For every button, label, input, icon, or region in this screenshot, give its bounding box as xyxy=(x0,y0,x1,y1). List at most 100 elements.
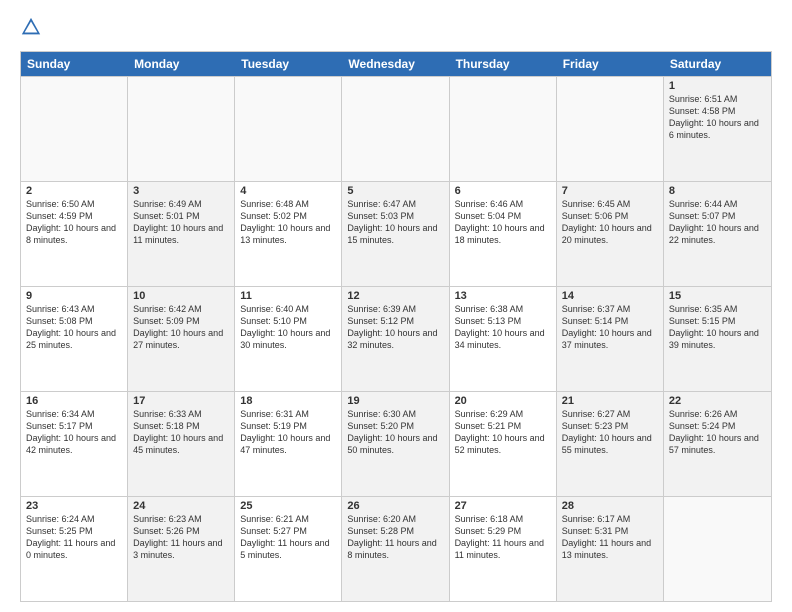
calendar-cell: 6Sunrise: 6:46 AM Sunset: 5:04 PM Daylig… xyxy=(450,182,557,286)
calendar-cell xyxy=(128,77,235,181)
calendar-cell: 15Sunrise: 6:35 AM Sunset: 5:15 PM Dayli… xyxy=(664,287,771,391)
logo-icon xyxy=(20,16,42,43)
calendar-cell: 27Sunrise: 6:18 AM Sunset: 5:29 PM Dayli… xyxy=(450,497,557,601)
calendar-cell: 21Sunrise: 6:27 AM Sunset: 5:23 PM Dayli… xyxy=(557,392,664,496)
day-info: Sunrise: 6:29 AM Sunset: 5:21 PM Dayligh… xyxy=(455,408,551,457)
calendar-cell: 25Sunrise: 6:21 AM Sunset: 5:27 PM Dayli… xyxy=(235,497,342,601)
calendar: SundayMondayTuesdayWednesdayThursdayFrid… xyxy=(20,51,772,602)
day-number: 6 xyxy=(455,185,551,197)
day-number: 3 xyxy=(133,185,229,197)
weekday-header-sunday: Sunday xyxy=(21,52,128,76)
day-number: 5 xyxy=(347,185,443,197)
logo xyxy=(20,16,46,43)
calendar-cell: 9Sunrise: 6:43 AM Sunset: 5:08 PM Daylig… xyxy=(21,287,128,391)
day-info: Sunrise: 6:39 AM Sunset: 5:12 PM Dayligh… xyxy=(347,303,443,352)
day-number: 1 xyxy=(669,80,766,92)
day-number: 15 xyxy=(669,290,766,302)
calendar-cell: 16Sunrise: 6:34 AM Sunset: 5:17 PM Dayli… xyxy=(21,392,128,496)
calendar-row-4: 16Sunrise: 6:34 AM Sunset: 5:17 PM Dayli… xyxy=(21,391,771,496)
weekday-header-wednesday: Wednesday xyxy=(342,52,449,76)
calendar-cell xyxy=(664,497,771,601)
day-info: Sunrise: 6:34 AM Sunset: 5:17 PM Dayligh… xyxy=(26,408,122,457)
page: SundayMondayTuesdayWednesdayThursdayFrid… xyxy=(0,0,792,612)
day-number: 4 xyxy=(240,185,336,197)
calendar-cell: 23Sunrise: 6:24 AM Sunset: 5:25 PM Dayli… xyxy=(21,497,128,601)
calendar-cell: 26Sunrise: 6:20 AM Sunset: 5:28 PM Dayli… xyxy=(342,497,449,601)
calendar-row-2: 2Sunrise: 6:50 AM Sunset: 4:59 PM Daylig… xyxy=(21,181,771,286)
day-info: Sunrise: 6:33 AM Sunset: 5:18 PM Dayligh… xyxy=(133,408,229,457)
day-info: Sunrise: 6:48 AM Sunset: 5:02 PM Dayligh… xyxy=(240,198,336,247)
calendar-cell: 8Sunrise: 6:44 AM Sunset: 5:07 PM Daylig… xyxy=(664,182,771,286)
day-number: 12 xyxy=(347,290,443,302)
calendar-cell: 22Sunrise: 6:26 AM Sunset: 5:24 PM Dayli… xyxy=(664,392,771,496)
weekday-header-monday: Monday xyxy=(128,52,235,76)
day-number: 14 xyxy=(562,290,658,302)
day-number: 16 xyxy=(26,395,122,407)
weekday-header-friday: Friday xyxy=(557,52,664,76)
day-number: 22 xyxy=(669,395,766,407)
calendar-cell xyxy=(235,77,342,181)
day-number: 2 xyxy=(26,185,122,197)
day-info: Sunrise: 6:27 AM Sunset: 5:23 PM Dayligh… xyxy=(562,408,658,457)
day-info: Sunrise: 6:35 AM Sunset: 5:15 PM Dayligh… xyxy=(669,303,766,352)
calendar-cell: 28Sunrise: 6:17 AM Sunset: 5:31 PM Dayli… xyxy=(557,497,664,601)
day-number: 7 xyxy=(562,185,658,197)
day-number: 25 xyxy=(240,500,336,512)
day-info: Sunrise: 6:42 AM Sunset: 5:09 PM Dayligh… xyxy=(133,303,229,352)
day-info: Sunrise: 6:31 AM Sunset: 5:19 PM Dayligh… xyxy=(240,408,336,457)
day-info: Sunrise: 6:18 AM Sunset: 5:29 PM Dayligh… xyxy=(455,513,551,562)
day-info: Sunrise: 6:43 AM Sunset: 5:08 PM Dayligh… xyxy=(26,303,122,352)
day-number: 9 xyxy=(26,290,122,302)
day-info: Sunrise: 6:51 AM Sunset: 4:58 PM Dayligh… xyxy=(669,93,766,142)
calendar-cell: 10Sunrise: 6:42 AM Sunset: 5:09 PM Dayli… xyxy=(128,287,235,391)
day-number: 27 xyxy=(455,500,551,512)
day-info: Sunrise: 6:20 AM Sunset: 5:28 PM Dayligh… xyxy=(347,513,443,562)
calendar-cell: 11Sunrise: 6:40 AM Sunset: 5:10 PM Dayli… xyxy=(235,287,342,391)
day-number: 10 xyxy=(133,290,229,302)
weekday-header-saturday: Saturday xyxy=(664,52,771,76)
calendar-cell xyxy=(450,77,557,181)
day-number: 28 xyxy=(562,500,658,512)
calendar-cell: 12Sunrise: 6:39 AM Sunset: 5:12 PM Dayli… xyxy=(342,287,449,391)
day-info: Sunrise: 6:37 AM Sunset: 5:14 PM Dayligh… xyxy=(562,303,658,352)
calendar-cell: 2Sunrise: 6:50 AM Sunset: 4:59 PM Daylig… xyxy=(21,182,128,286)
day-number: 17 xyxy=(133,395,229,407)
calendar-header-row: SundayMondayTuesdayWednesdayThursdayFrid… xyxy=(21,52,771,76)
day-number: 21 xyxy=(562,395,658,407)
day-number: 23 xyxy=(26,500,122,512)
day-number: 24 xyxy=(133,500,229,512)
day-info: Sunrise: 6:47 AM Sunset: 5:03 PM Dayligh… xyxy=(347,198,443,247)
header xyxy=(20,16,772,43)
day-number: 8 xyxy=(669,185,766,197)
calendar-cell xyxy=(342,77,449,181)
calendar-cell: 3Sunrise: 6:49 AM Sunset: 5:01 PM Daylig… xyxy=(128,182,235,286)
day-number: 13 xyxy=(455,290,551,302)
day-number: 26 xyxy=(347,500,443,512)
day-number: 20 xyxy=(455,395,551,407)
day-info: Sunrise: 6:17 AM Sunset: 5:31 PM Dayligh… xyxy=(562,513,658,562)
calendar-cell: 1Sunrise: 6:51 AM Sunset: 4:58 PM Daylig… xyxy=(664,77,771,181)
day-info: Sunrise: 6:26 AM Sunset: 5:24 PM Dayligh… xyxy=(669,408,766,457)
day-info: Sunrise: 6:24 AM Sunset: 5:25 PM Dayligh… xyxy=(26,513,122,562)
calendar-cell: 7Sunrise: 6:45 AM Sunset: 5:06 PM Daylig… xyxy=(557,182,664,286)
day-info: Sunrise: 6:50 AM Sunset: 4:59 PM Dayligh… xyxy=(26,198,122,247)
calendar-cell: 13Sunrise: 6:38 AM Sunset: 5:13 PM Dayli… xyxy=(450,287,557,391)
calendar-cell: 5Sunrise: 6:47 AM Sunset: 5:03 PM Daylig… xyxy=(342,182,449,286)
calendar-cell: 14Sunrise: 6:37 AM Sunset: 5:14 PM Dayli… xyxy=(557,287,664,391)
calendar-row-1: 1Sunrise: 6:51 AM Sunset: 4:58 PM Daylig… xyxy=(21,76,771,181)
weekday-header-thursday: Thursday xyxy=(450,52,557,76)
calendar-cell: 20Sunrise: 6:29 AM Sunset: 5:21 PM Dayli… xyxy=(450,392,557,496)
day-number: 11 xyxy=(240,290,336,302)
calendar-cell xyxy=(557,77,664,181)
day-info: Sunrise: 6:21 AM Sunset: 5:27 PM Dayligh… xyxy=(240,513,336,562)
day-info: Sunrise: 6:38 AM Sunset: 5:13 PM Dayligh… xyxy=(455,303,551,352)
day-info: Sunrise: 6:40 AM Sunset: 5:10 PM Dayligh… xyxy=(240,303,336,352)
day-info: Sunrise: 6:44 AM Sunset: 5:07 PM Dayligh… xyxy=(669,198,766,247)
calendar-cell: 18Sunrise: 6:31 AM Sunset: 5:19 PM Dayli… xyxy=(235,392,342,496)
day-info: Sunrise: 6:46 AM Sunset: 5:04 PM Dayligh… xyxy=(455,198,551,247)
calendar-row-5: 23Sunrise: 6:24 AM Sunset: 5:25 PM Dayli… xyxy=(21,496,771,601)
calendar-cell: 19Sunrise: 6:30 AM Sunset: 5:20 PM Dayli… xyxy=(342,392,449,496)
day-info: Sunrise: 6:45 AM Sunset: 5:06 PM Dayligh… xyxy=(562,198,658,247)
calendar-cell: 24Sunrise: 6:23 AM Sunset: 5:26 PM Dayli… xyxy=(128,497,235,601)
calendar-cell: 17Sunrise: 6:33 AM Sunset: 5:18 PM Dayli… xyxy=(128,392,235,496)
